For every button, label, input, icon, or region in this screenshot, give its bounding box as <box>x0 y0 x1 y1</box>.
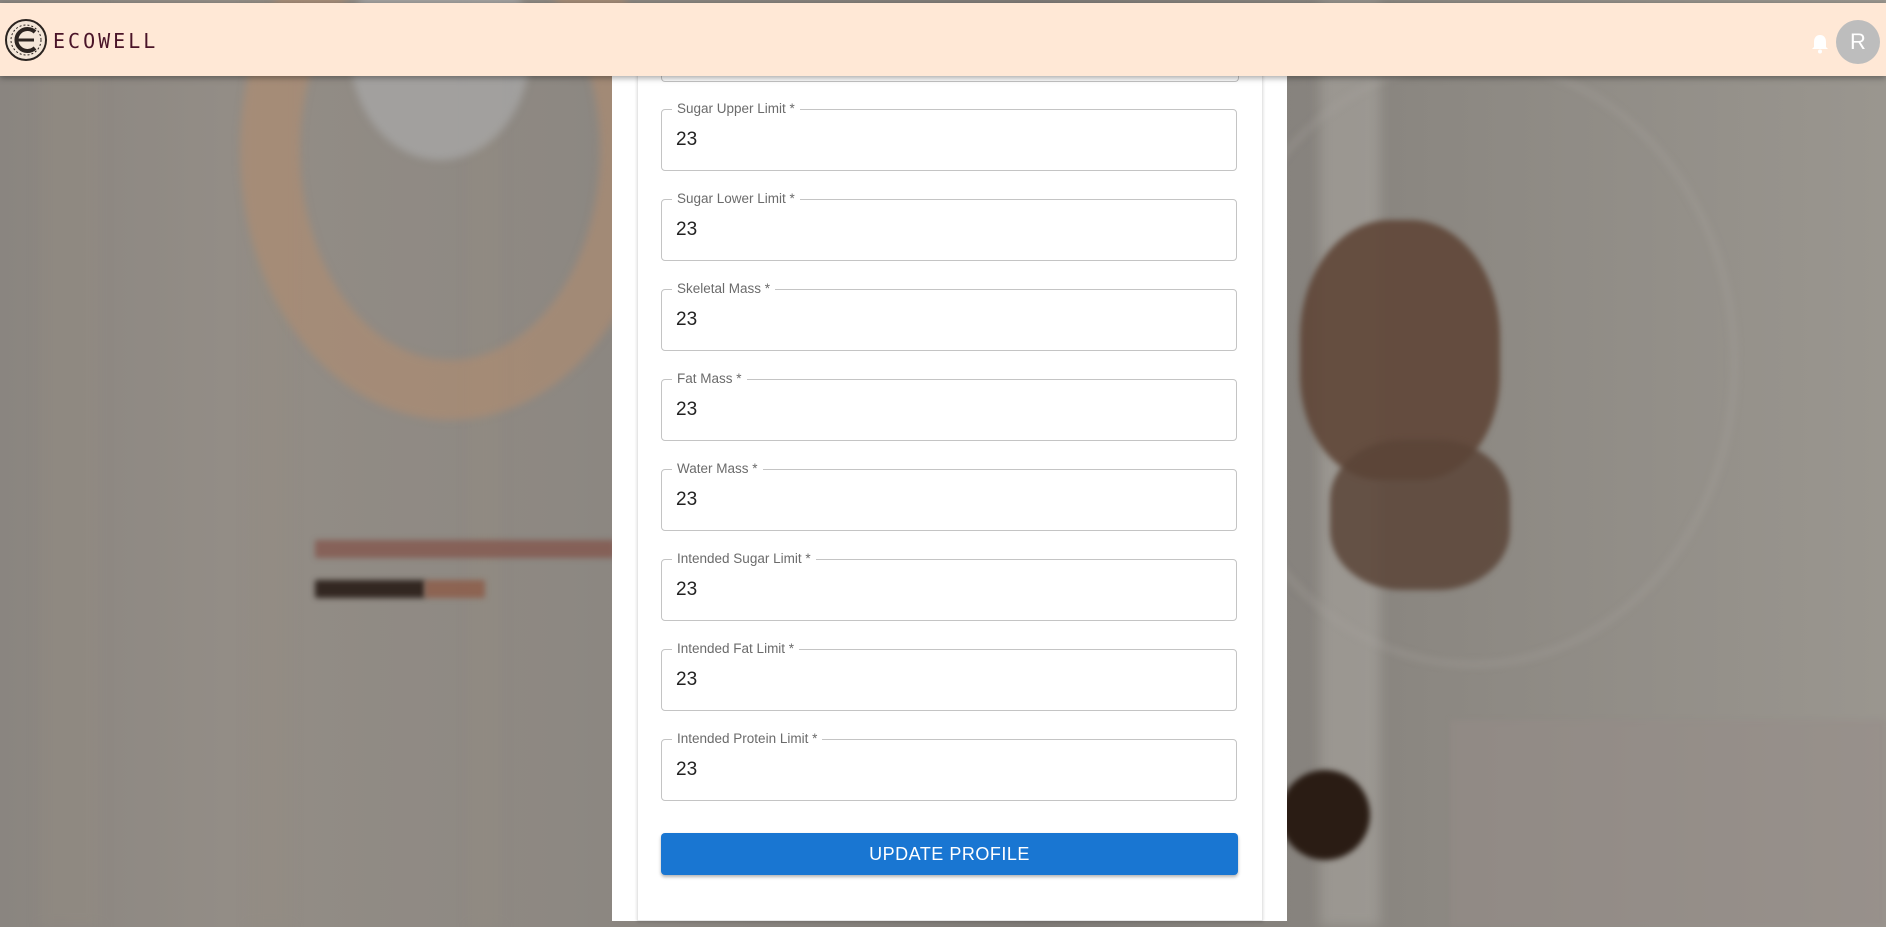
intended-sugar-limit-input[interactable] <box>676 576 1216 604</box>
sugar-lower-limit-input[interactable] <box>676 216 1216 244</box>
field-label: Fat Mass * <box>672 371 747 386</box>
logo-emblem-icon[interactable] <box>4 15 48 65</box>
fat-mass-input[interactable] <box>676 396 1216 424</box>
field-label: Sugar Upper Limit * <box>672 101 800 116</box>
field-label: Intended Fat Limit * <box>672 641 800 656</box>
intended-protein-limit-input[interactable] <box>676 756 1216 784</box>
skeletal-mass-input[interactable] <box>676 306 1216 334</box>
field-label: Intended Protein Limit * <box>672 731 823 746</box>
bell-icon[interactable] <box>1811 34 1829 54</box>
intended-fat-limit-field[interactable]: Intended Fat Limit * <box>661 641 1237 711</box>
avatar[interactable]: R <box>1836 20 1880 64</box>
intended-protein-limit-field[interactable]: Intended Protein Limit * <box>661 731 1237 801</box>
sugar-lower-limit-field[interactable]: Sugar Lower Limit * <box>661 191 1237 261</box>
brand-name[interactable]: ECOWELL <box>53 29 158 53</box>
sugar-upper-limit-input[interactable] <box>676 126 1216 154</box>
update-profile-button[interactable]: UPDATE PROFILE <box>661 833 1238 875</box>
intended-sugar-limit-field[interactable]: Intended Sugar Limit * <box>661 551 1237 621</box>
app-header: ECOWELL R <box>0 3 1886 76</box>
field-label: Skeletal Mass * <box>672 281 776 296</box>
water-mass-input[interactable] <box>676 486 1216 514</box>
field-label: Intended Sugar Limit * <box>672 551 816 566</box>
sugar-upper-limit-field[interactable]: Sugar Upper Limit * <box>661 101 1237 171</box>
fat-mass-field[interactable]: Fat Mass * <box>661 371 1237 441</box>
intended-fat-limit-input[interactable] <box>676 666 1216 694</box>
field-label: Sugar Lower Limit * <box>672 191 800 206</box>
skeletal-mass-field[interactable]: Skeletal Mass * <box>661 281 1237 351</box>
water-mass-field[interactable]: Water Mass * <box>661 461 1237 531</box>
field-label: Water Mass * <box>672 461 763 476</box>
